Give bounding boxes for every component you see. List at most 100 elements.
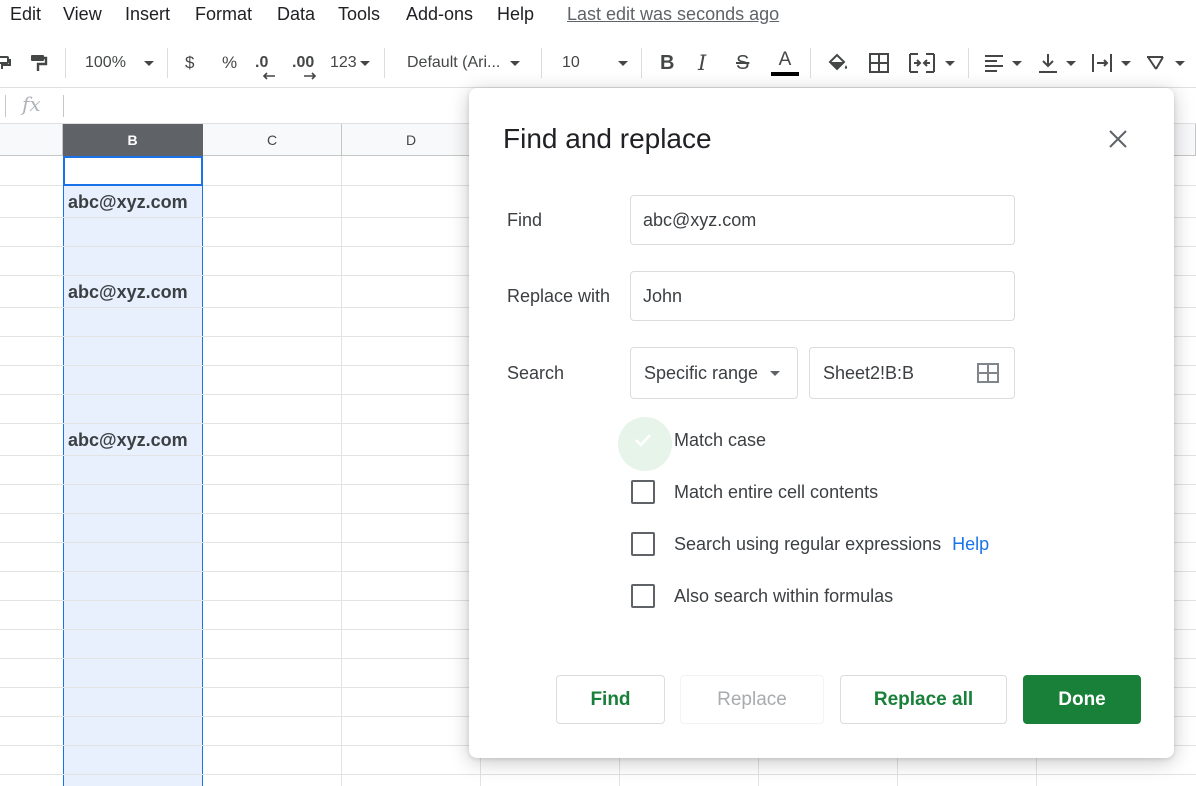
regex-label: Search using regular expressions — [674, 533, 942, 554]
column-header-c[interactable]: C — [203, 124, 342, 156]
text-color-label: A — [778, 49, 792, 70]
replace-input[interactable]: John — [630, 271, 1015, 321]
toolbar: 100% $ % .0 .00 123 Default (Ari... 10 B… — [0, 38, 1196, 88]
match-entire-cell-option[interactable]: Match entire cell contents — [631, 477, 878, 507]
select-range-icon[interactable] — [977, 363, 999, 383]
text-wrap-icon[interactable] — [1091, 38, 1131, 88]
chevron-down-icon — [945, 60, 955, 66]
toolbar-divider — [384, 48, 385, 78]
chevron-down-icon — [617, 60, 628, 66]
find-label: Find — [507, 210, 543, 230]
search-formulas-option[interactable]: Also search within formulas — [631, 581, 893, 611]
find-input[interactable]: abc@xyz.com — [630, 195, 1015, 245]
active-cell[interactable] — [63, 156, 203, 186]
more-formats-button[interactable]: 123 — [330, 38, 370, 88]
decrease-decimal-label: .0 — [255, 54, 269, 71]
match-case-checkbox[interactable] — [618, 417, 672, 471]
match-case-option[interactable]: Match case — [618, 417, 766, 471]
fill-color-icon[interactable] — [827, 38, 849, 88]
arrow-left-icon — [262, 72, 275, 80]
chevron-down-icon — [1121, 60, 1131, 66]
match-entire-cell-checkbox[interactable] — [631, 480, 655, 504]
toolbar-divider — [167, 48, 168, 78]
cell-value[interactable]: abc@xyz.com — [68, 282, 188, 303]
more-formats-label: 123 — [330, 54, 357, 71]
borders-icon[interactable] — [869, 38, 889, 88]
done-button[interactable]: Done — [1023, 675, 1141, 724]
chevron-down-icon — [510, 60, 521, 66]
toolbar-divider — [541, 48, 542, 78]
regex-checkbox[interactable] — [631, 532, 655, 556]
decrease-decimal-button[interactable]: .0 — [255, 38, 268, 88]
chevron-down-icon — [359, 60, 370, 66]
menu-view[interactable]: View — [63, 4, 102, 25]
column-header-b[interactable]: B — [63, 124, 203, 156]
menu-edit[interactable]: Edit — [10, 4, 41, 25]
range-value: Sheet2!B:B — [823, 362, 915, 383]
chevron-down-icon — [770, 370, 781, 376]
column-header-d[interactable]: D — [342, 124, 481, 156]
paint-format-icon[interactable] — [29, 38, 49, 88]
font-size-value: 10 — [562, 54, 580, 71]
replace-all-button[interactable]: Replace all — [840, 675, 1007, 724]
replace-button[interactable]: Replace — [680, 675, 824, 724]
menu-format[interactable]: Format — [195, 4, 252, 25]
selected-column-b[interactable] — [63, 156, 203, 786]
menu-insert[interactable]: Insert — [125, 4, 170, 25]
chevron-down-icon — [143, 60, 154, 66]
align-left-icon[interactable] — [984, 38, 1022, 88]
increase-decimal-label: .00 — [292, 54, 315, 71]
strikethrough-button[interactable]: S — [736, 38, 749, 88]
italic-button[interactable]: I — [698, 38, 706, 88]
chevron-down-icon — [1175, 60, 1185, 66]
toolbar-divider — [968, 48, 969, 78]
bold-button[interactable]: B — [660, 38, 674, 88]
menu-addons[interactable]: Add-ons — [406, 4, 473, 25]
last-edit-link[interactable]: Last edit was seconds ago — [567, 4, 779, 25]
cell-value[interactable]: abc@xyz.com — [68, 430, 188, 451]
arrow-right-icon — [304, 72, 317, 80]
chevron-down-icon — [1012, 60, 1022, 66]
find-button[interactable]: Find — [556, 675, 665, 724]
dialog-title: Find and replace — [503, 123, 712, 154]
close-button[interactable] — [1105, 126, 1131, 152]
currency-format-button[interactable]: $ — [185, 38, 194, 88]
cell-value[interactable]: abc@xyz.com — [68, 192, 188, 213]
menu-data[interactable]: Data — [277, 4, 315, 25]
text-color-button[interactable]: A — [771, 38, 799, 88]
chevron-down-icon — [1066, 60, 1076, 66]
font-family-select[interactable]: Default (Ari... — [407, 38, 521, 88]
increase-decimal-button[interactable]: .00 — [292, 38, 314, 88]
zoom-value: 100% — [85, 54, 126, 71]
range-input[interactable]: Sheet2!B:B — [809, 347, 1015, 399]
fx-icon: fx — [22, 92, 41, 116]
percent-format-button[interactable]: % — [222, 38, 237, 88]
check-icon — [635, 434, 651, 447]
formula-bar-divider — [5, 95, 6, 117]
menu-tools[interactable]: Tools — [338, 4, 380, 25]
grid-row-line — [0, 774, 1196, 775]
find-replace-dialog: Find and replace Find abc@xyz.com Replac… — [469, 88, 1174, 758]
zoom-select[interactable]: 100% — [85, 38, 154, 88]
search-formulas-checkbox[interactable] — [631, 584, 655, 608]
search-formulas-label: Also search within formulas — [674, 585, 894, 606]
grid-column-line — [341, 156, 342, 786]
font-size-select[interactable]: 10 — [562, 38, 628, 88]
regex-option[interactable]: Search using regular expressions Help — [631, 529, 989, 559]
search-label: Search — [507, 363, 565, 383]
row-header-corner — [0, 124, 63, 156]
search-scope-select[interactable]: Specific range — [630, 347, 798, 399]
vertical-align-icon[interactable] — [1038, 38, 1076, 88]
merge-cells-icon[interactable] — [909, 38, 955, 88]
toolbar-divider — [65, 48, 66, 78]
close-icon — [1109, 130, 1127, 148]
menu-bar: Edit View Insert Format Data Tools Add-o… — [0, 0, 1196, 30]
text-color-swatch — [771, 72, 799, 76]
formula-bar-divider — [63, 95, 64, 117]
replace-label: Replace with — [507, 286, 611, 306]
menu-help[interactable]: Help — [497, 4, 534, 25]
toolbar-divider — [810, 48, 811, 78]
regex-help-link[interactable]: Help — [952, 534, 989, 555]
paint-roller-icon[interactable] — [0, 38, 12, 88]
text-rotation-icon[interactable] — [1145, 38, 1185, 88]
